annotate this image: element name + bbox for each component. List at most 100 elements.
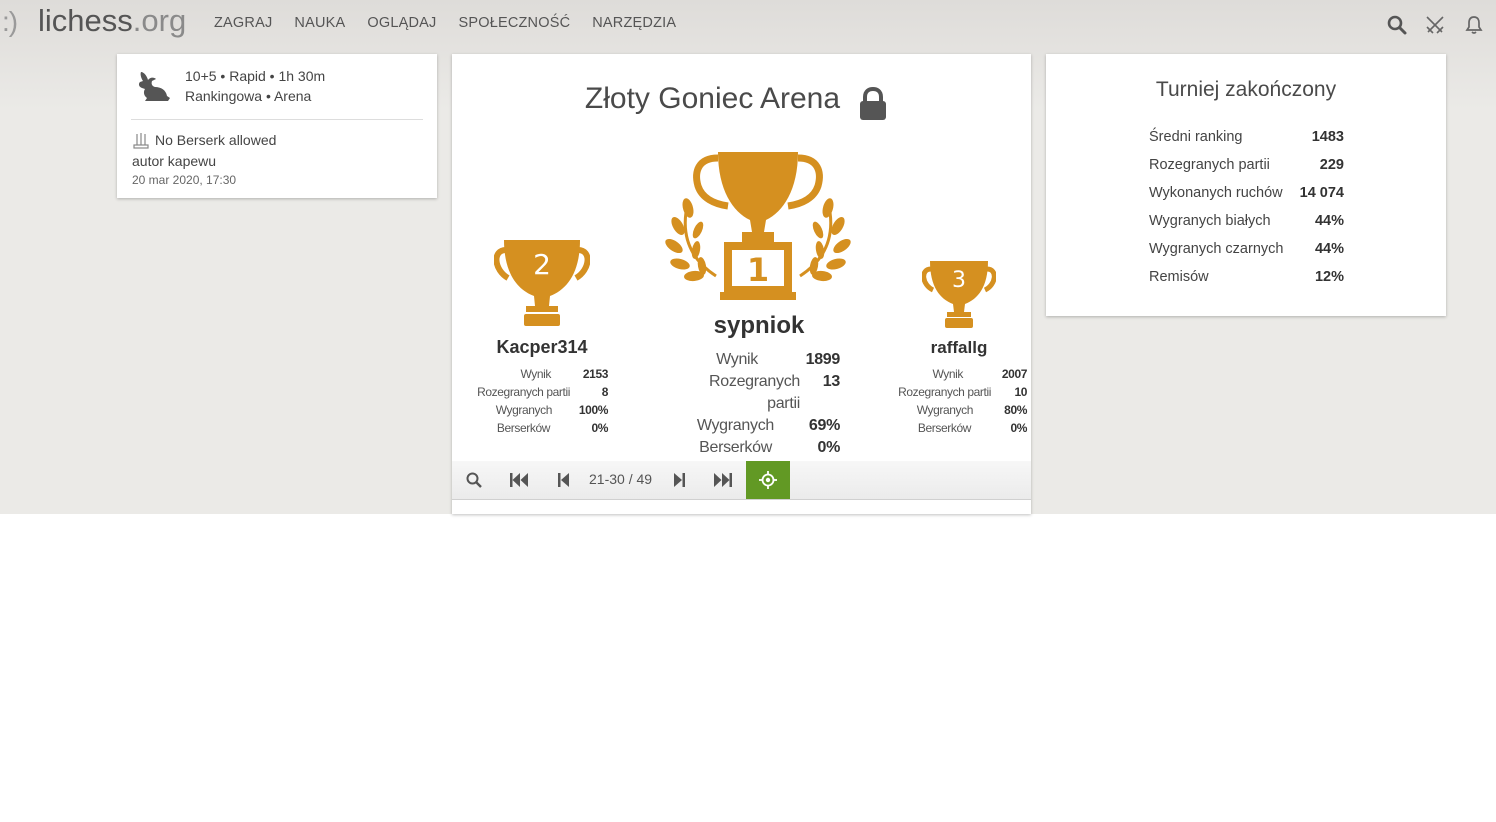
stat-label: Wynik xyxy=(716,351,758,368)
main-nav: ZAGRAJ NAUKA OGLĄDAJ SPOŁECZNOŚĆ NARZĘDZ… xyxy=(214,15,698,31)
stat-row: Rozegranych partii 10 xyxy=(890,383,1027,401)
summary-label: Średni ranking xyxy=(1149,129,1243,145)
stat-row: Wygranych 69% xyxy=(678,415,840,437)
stat-row: Rozegranych partii 8 xyxy=(474,383,608,401)
stat-row: Berserków 0% xyxy=(678,437,840,459)
nav-tools[interactable]: NARZĘDZIA xyxy=(592,15,676,31)
stat-row: Wygranych 100% xyxy=(474,401,609,419)
first-place-stats: Wynik 1899 Rozegranych partii 13 Wygranych… xyxy=(678,349,840,459)
tournament-info-card: 10+5 • Rapid • 1h 30m Rankingowa • Arena… xyxy=(117,54,437,198)
summary-row: Wykonanych ruchów 14 074 xyxy=(1149,185,1344,201)
summary-value: 229 xyxy=(1319,157,1344,173)
third-place-rank: 3 xyxy=(952,268,966,293)
stat-value: 0% xyxy=(1010,421,1027,435)
summary-row: Średni ranking 1483 xyxy=(1149,129,1344,145)
stat-value: 10 xyxy=(1014,385,1027,399)
stat-label: Wynik xyxy=(932,367,963,381)
summary-row: Wygranych białych 44% xyxy=(1149,213,1344,229)
third-place-trophy-icon: 3 xyxy=(922,261,996,328)
first-place-rank: 1 xyxy=(747,251,769,289)
tournament-summary-card: Turniej zakończony Średni ranking 1483 Ro… xyxy=(1046,54,1446,316)
summary-value: 44% xyxy=(1314,213,1344,229)
stat-row: Berserków 0% xyxy=(890,419,1027,437)
swords-icon[interactable] xyxy=(1424,14,1446,36)
stat-row: Wynik 1899 xyxy=(678,349,840,371)
bell-icon[interactable] xyxy=(1463,14,1485,36)
standings-pager: 21-30 / 49 xyxy=(452,461,1031,500)
stat-value: 1899 xyxy=(805,351,841,368)
stat-row: Wynik 2007 xyxy=(890,365,1027,383)
stat-row: Wynik 2153 xyxy=(474,365,608,383)
third-place-player[interactable]: raffallg xyxy=(898,338,1020,358)
search-icon[interactable] xyxy=(1386,14,1408,36)
crosshair-icon xyxy=(759,471,777,489)
summary-value: 1483 xyxy=(1311,129,1344,145)
previous-page-icon xyxy=(558,473,569,487)
summary-label: Wygranych czarnych xyxy=(1149,241,1284,257)
rabbit-icon xyxy=(138,72,170,101)
first-place-player[interactable]: sypniok xyxy=(682,312,836,340)
stat-value: 0% xyxy=(591,421,608,435)
nav-play[interactable]: ZAGRAJ xyxy=(214,15,272,31)
first-page-icon xyxy=(510,473,528,487)
stat-label: Berserków xyxy=(699,439,772,456)
tournament-date: 20 mar 2020, 17:30 xyxy=(132,173,237,187)
first-page-button[interactable] xyxy=(497,461,541,499)
stat-value: 2007 xyxy=(1001,367,1028,381)
logo-face[interactable]: :) xyxy=(2,6,18,38)
summary-label: Wykonanych ruchów xyxy=(1149,185,1283,201)
summary-label: Remisów xyxy=(1149,269,1209,285)
search-icon xyxy=(466,472,482,488)
first-place-trophy-icon: 1 xyxy=(665,152,851,300)
summary-value: 12% xyxy=(1314,269,1344,285)
tournament-clock-info: 10+5 • Rapid • 1h 30m xyxy=(185,68,326,84)
stat-label: Rozegranych partii xyxy=(898,385,991,399)
my-position-button[interactable] xyxy=(746,461,790,499)
previous-page-button[interactable] xyxy=(542,461,586,499)
summary-row: Wygranych czarnych 44% xyxy=(1149,241,1344,257)
stat-value: 13 xyxy=(822,373,841,390)
last-page-icon xyxy=(714,473,732,487)
stat-value: 100% xyxy=(578,403,608,417)
tournament-title: Złoty Goniec Arena xyxy=(584,82,841,115)
lock-icon xyxy=(860,87,886,120)
divider xyxy=(131,119,423,120)
third-place-stats: Wynik 2007 Rozegranych partii 10 Wygranych… xyxy=(890,365,1027,437)
next-page-button[interactable] xyxy=(657,461,701,499)
second-place-rank: 2 xyxy=(533,248,551,281)
stat-row: Rozegranych partii 13 xyxy=(678,371,840,415)
stat-label: Wygranych xyxy=(696,417,774,434)
stat-label: Wygranych xyxy=(495,403,553,417)
nav-watch[interactable]: OGLĄDAJ xyxy=(367,15,436,31)
nav-community[interactable]: SPOŁECZNOŚĆ xyxy=(458,15,570,31)
tournament-author[interactable]: autor kapewu xyxy=(132,153,216,169)
stat-value: 8 xyxy=(601,385,609,399)
summary-row: Rozegranych partii 229 xyxy=(1149,157,1344,173)
summary-title: Turniej zakończony xyxy=(1155,78,1337,101)
stat-value: 69% xyxy=(808,417,840,434)
second-place-player[interactable]: Kacper314 xyxy=(472,337,612,358)
tournament-podium-card: Złoty Goniec Arena 1 2 3 Kacper314 sypni… xyxy=(452,54,1031,514)
search-player-button[interactable] xyxy=(452,461,496,499)
next-page-icon xyxy=(674,473,685,487)
tournament-mode-info: Rankingowa • Arena xyxy=(185,88,312,104)
no-berserk-icon xyxy=(133,133,149,149)
stat-value: 80% xyxy=(1004,403,1027,417)
site-logo[interactable]: lichess.org xyxy=(38,3,186,39)
nav-learn[interactable]: NAUKA xyxy=(294,15,345,31)
stat-value: 2153 xyxy=(582,367,609,381)
stat-label: Rozegranych partii xyxy=(477,385,570,399)
last-page-button[interactable] xyxy=(701,461,745,499)
stat-label: Rozegranych partii xyxy=(709,373,800,412)
second-place-trophy-icon: 2 xyxy=(494,240,590,326)
stat-label: Wynik xyxy=(520,367,551,381)
berserk-rule: No Berserk allowed xyxy=(155,132,277,148)
stat-value: 0% xyxy=(817,439,840,456)
page-indicator: 21-30 / 49 xyxy=(589,471,653,487)
stat-label: Berserków xyxy=(917,421,971,435)
stat-label: Berserków xyxy=(496,421,550,435)
summary-value: 44% xyxy=(1314,241,1344,257)
stat-label: Wygranych xyxy=(916,403,974,417)
summary-value: 14 074 xyxy=(1299,185,1344,201)
stat-row: Wygranych 80% xyxy=(890,401,1028,419)
